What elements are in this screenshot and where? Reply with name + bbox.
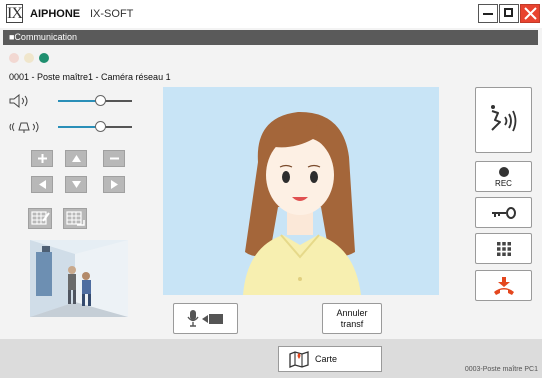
keypad-button[interactable] [475,233,532,264]
key-icon [492,207,516,219]
maximize-button[interactable] [499,4,519,23]
cancel-transfer-label-line1: Annuler [336,308,368,318]
station-label: 0001 - Poste maître1 - Caméra réseau 1 [9,72,171,82]
cancel-transfer-label-line2: transf [340,319,364,329]
keypad-icon [497,242,511,256]
minus-icon [109,157,119,160]
zoom-out-button[interactable] [103,150,125,167]
record-dot-icon [499,167,509,177]
cancel-transfer-button[interactable]: Annuler transf [322,303,382,334]
hang-up-icon [494,277,514,295]
talk-button[interactable] [475,87,532,153]
hallway-scene-image [30,240,128,317]
ix-logo-icon: IX [6,4,23,23]
map-icon [289,351,309,368]
visitor-video-image [163,87,439,295]
arrow-up-icon [71,155,81,162]
preset-edit-button[interactable] [28,208,52,229]
tilt-down-button[interactable] [65,176,87,193]
microphone-volume-slider[interactable] [58,121,132,132]
grid-recall-icon [66,211,85,226]
product-name: IX-SOFT [90,8,134,20]
speaker-volume-knob[interactable] [94,95,106,106]
footer-bar [0,339,542,378]
door-release-button[interactable] [475,197,532,228]
map-button[interactable]: Carte [278,346,382,372]
close-icon [524,7,537,20]
communication-header: ■Communication [3,30,538,45]
tilt-up-button[interactable] [65,150,87,167]
arrow-right-icon [110,180,118,189]
pan-right-button[interactable] [103,176,125,193]
thumbnail-camera-view[interactable] [30,240,128,317]
zoom-in-button[interactable] [31,150,53,167]
close-button[interactable] [520,4,540,23]
pan-left-button[interactable] [31,176,53,193]
microphone-volume-icon [9,121,39,133]
microphone-video-icon [187,310,223,327]
record-label: REC [495,179,512,188]
record-button[interactable]: REC [475,161,532,192]
video-mic-button[interactable] [173,303,238,334]
preset-recall-button[interactable] [63,208,87,229]
speaker-volume-icon [9,94,28,108]
microphone-volume-knob[interactable] [94,121,106,132]
plus-icon [37,154,47,163]
talk-icon [491,105,517,132]
title-bar: IX AIPHONE IX-SOFT [0,0,542,28]
end-call-button[interactable] [475,270,532,301]
brand-name: AIPHONE [30,8,81,20]
speaker-volume-slider[interactable] [58,95,132,106]
status-dot-3 [39,53,49,63]
status-dot-2 [24,53,34,63]
arrow-down-icon [71,181,81,188]
minimize-button[interactable] [478,4,498,23]
status-station-label: 0003-Poste maître PC1 [464,366,538,373]
status-dot-1 [9,53,19,63]
arrow-left-icon [38,180,46,189]
grid-edit-icon [31,211,50,225]
main-camera-view[interactable] [163,87,439,295]
map-label: Carte [315,354,338,364]
